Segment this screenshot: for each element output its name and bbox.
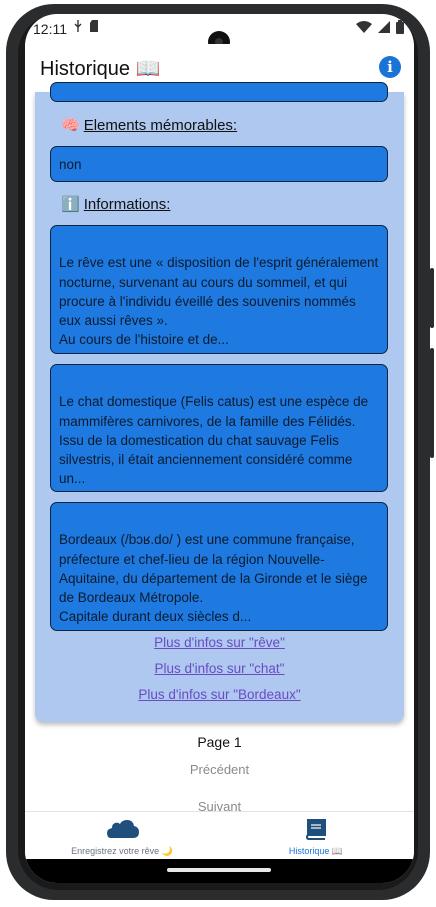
brain-icon: 🧠 bbox=[61, 117, 80, 134]
page-indicator: Page 1 bbox=[197, 734, 242, 750]
informations-label: Informations: bbox=[83, 196, 171, 213]
more-info-link-chat[interactable]: Plus d'infos sur "chat" bbox=[35, 661, 404, 676]
nav-item-record-dream[interactable]: Enregistrez votre rêve 🌙 bbox=[25, 812, 219, 860]
power-button bbox=[430, 348, 434, 458]
volume-button bbox=[430, 268, 434, 328]
phone-screen: 12:11 Historique 📖 i 🧠 Elements mémorable… bbox=[25, 14, 414, 883]
notification-icons bbox=[73, 20, 100, 35]
info-card-chat: Le chat domestique (Felis catus) est une… bbox=[50, 364, 388, 492]
info-card-bordeaux: Bordeaux (/bɔʁ.do/ ) est une commune fra… bbox=[50, 502, 388, 631]
more-info-link-bordeaux[interactable]: Plus d'infos sur "Bordeaux" bbox=[35, 687, 404, 702]
memorable-elements-value: non bbox=[59, 157, 82, 172]
cell-signal-icon bbox=[378, 21, 390, 33]
usb-icon bbox=[74, 20, 82, 32]
previous-page-button[interactable]: Précédent bbox=[25, 762, 414, 777]
memorable-elements-field: non bbox=[50, 146, 388, 182]
info-card-text: Bordeaux (/bɔʁ.do/ ) est une commune fra… bbox=[59, 532, 368, 625]
cloud-icon bbox=[107, 820, 139, 838]
info-button[interactable]: i bbox=[379, 56, 401, 78]
informations-heading: ℹ️ Informations: bbox=[61, 195, 170, 213]
more-info-link-reve[interactable]: Plus d'infos sur "rêve" bbox=[35, 635, 404, 650]
battery-icon bbox=[396, 20, 404, 34]
info-card-reve: Le rêve est une « disposition de l'espri… bbox=[50, 225, 388, 354]
memorable-elements-label: Elements mémorables: bbox=[83, 117, 238, 134]
info-emoji-icon: ℹ️ bbox=[61, 196, 80, 213]
info-card-text: Le rêve est une « disposition de l'espri… bbox=[59, 255, 379, 348]
info-icon: i bbox=[387, 58, 393, 76]
nav-label-history: Historique 📖 bbox=[288, 846, 344, 856]
sd-card-icon bbox=[90, 20, 99, 32]
nav-item-history[interactable]: Historique 📖 bbox=[219, 812, 413, 860]
previous-field-box bbox=[50, 82, 388, 102]
bottom-navigation: Enregistrez votre rêve 🌙 Historique 📖 bbox=[25, 811, 414, 860]
home-indicator[interactable] bbox=[167, 868, 271, 872]
page-title: Historique 📖 bbox=[40, 58, 161, 80]
book-icon bbox=[305, 819, 326, 840]
memorable-elements-heading: 🧠 Elements mémorables: bbox=[61, 116, 237, 134]
status-time: 12:11 bbox=[33, 21, 67, 37]
wifi-icon bbox=[356, 21, 372, 33]
history-entry-card: 🧠 Elements mémorables: non ℹ️ Informations… bbox=[35, 82, 404, 722]
info-card-text: Le chat domestique (Felis catus) est une… bbox=[59, 394, 369, 487]
nav-label-record-dream: Enregistrez votre rêve 🌙 bbox=[71, 846, 173, 856]
system-status-icons bbox=[356, 20, 404, 34]
